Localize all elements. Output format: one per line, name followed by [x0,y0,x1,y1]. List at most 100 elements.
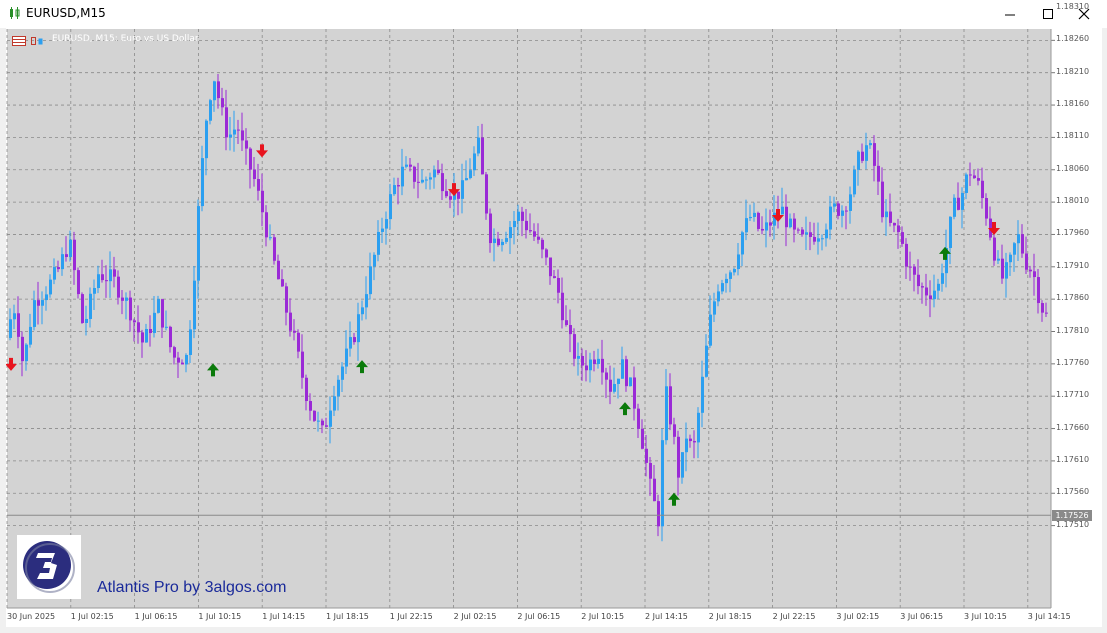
bull-candle [269,237,272,239]
table-icon[interactable] [12,36,26,46]
bull-candle [97,274,100,289]
bull-candle [429,177,432,180]
bull-candle [385,219,388,229]
bull-candle [949,216,952,248]
x-tick-label: 1 Jul 02:15 [70,612,114,621]
bull-candle [661,440,664,527]
bear-candle [281,279,284,287]
y-tick-label: 1.18210 [1056,66,1090,76]
bear-candle [761,228,764,231]
bear-candle [921,286,924,288]
bull-candle [45,294,48,301]
bull-candle [709,314,712,346]
bear-candle [181,362,184,365]
bull-candle [393,185,396,195]
window-titlebar[interactable]: EURUSD,M15 [0,0,1107,28]
bull-candle [937,283,940,291]
bull-candle [29,326,32,345]
bear-candle [1041,303,1044,313]
indicator-watermark: Atlantis Pro by 3algos.com [97,579,287,596]
3algos-logo-icon [23,541,75,593]
bull-candle [1009,254,1012,263]
bear-candle [873,143,876,166]
y-tick-label: 1.18110 [1056,131,1090,141]
bull-candle [473,153,476,171]
bull-candle [753,212,756,217]
bull-candle [69,239,72,258]
bear-candle [897,225,900,233]
bear-candle [305,377,308,402]
bull-candle [341,366,344,380]
bear-candle [309,401,312,411]
bull-candle [865,145,868,161]
window-title: EURUSD,M15 [26,6,106,20]
candlestick-chart-icon [10,7,20,19]
bull-candle [597,358,600,365]
bear-candle [893,222,896,226]
bull-candle [765,222,768,231]
bear-candle [397,185,400,187]
bear-candle [289,312,292,331]
bear-candle [417,181,420,183]
bear-candle [77,270,80,295]
bull-candle [89,293,92,319]
bear-candle [633,377,636,409]
bear-candle [297,332,300,352]
bull-candle [701,376,704,413]
y-tick-label: 1.18160 [1056,99,1090,109]
bear-candle [449,196,452,200]
candles-icon[interactable] [31,37,43,45]
bull-candle [725,278,728,284]
bull-candle [349,337,352,349]
bull-candle [805,232,808,235]
bull-candle [941,273,944,284]
bear-candle [1021,234,1024,254]
bear-candle [169,326,172,348]
chart-toolbar-icons[interactable] [12,35,46,47]
bear-candle [253,169,256,180]
y-tick-label: 1.17760 [1056,357,1090,367]
x-tick-label: 1 Jul 10:15 [198,612,242,621]
bull-candle [717,291,720,302]
x-tick-label: 2 Jul 02:15 [453,612,497,621]
chart-window[interactable] [6,28,1102,627]
bear-candle [677,436,680,478]
bear-candle [117,276,120,298]
bull-candle [749,216,752,219]
x-tick-label: 30 Jun 2025 [7,612,56,621]
bear-candle [57,267,60,270]
bear-candle [985,198,988,219]
bull-candle [741,232,744,255]
bull-candle [509,227,512,239]
y-tick-label: 1.17860 [1056,293,1090,303]
bear-candle [73,239,76,271]
bear-candle [693,441,696,443]
bear-candle [649,462,652,479]
bull-candle [685,438,688,453]
bull-candle [381,228,384,232]
bull-candle [737,254,740,270]
x-tick-label: 3 Jul 02:15 [836,612,880,621]
bull-candle [405,164,408,167]
bull-candle [869,143,872,146]
bear-candle [257,179,260,191]
bear-candle [525,220,528,231]
minimize-button[interactable] [992,0,1028,28]
bear-candle [813,236,816,242]
x-tick-label: 1 Jul 18:15 [326,612,369,621]
bear-candle [285,286,288,313]
bull-candle [833,203,836,207]
bear-candle [217,81,220,99]
price-chart[interactable] [6,28,1102,627]
chart-symbol-label: EURUSD, M15: Euro vs US Dollar [52,34,199,44]
bear-candle [457,191,460,199]
bear-candle [541,239,544,250]
bear-candle [837,203,840,216]
bull-candle [461,180,464,199]
bear-candle [161,299,164,328]
bull-candle [961,192,964,210]
bear-candle [1001,258,1004,279]
bear-candle [37,300,40,306]
bear-candle [437,169,440,174]
bear-candle [129,297,132,321]
